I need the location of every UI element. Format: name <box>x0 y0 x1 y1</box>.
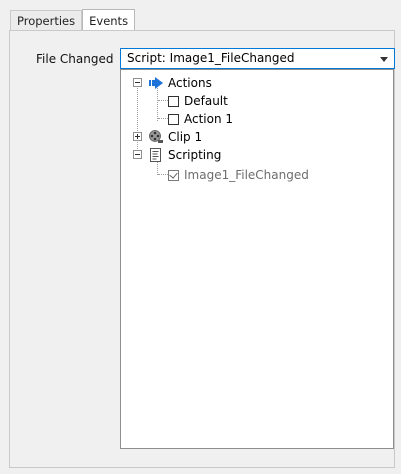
chevron-down-icon[interactable] <box>380 57 388 62</box>
expand-clip-1-toggle[interactable] <box>133 132 142 141</box>
tree-item-label: Actions <box>168 76 212 90</box>
tree-item-label: Image1_FileChanged <box>184 168 309 182</box>
collapse-actions-toggle[interactable] <box>133 78 142 87</box>
film-reel-icon <box>148 130 164 144</box>
event-target-dropdown[interactable]: Actions Default Action 1 Clip 1 Scriptin… <box>120 69 394 449</box>
tree-item-clip-1[interactable]: Clip 1 <box>148 128 202 146</box>
tree-line <box>137 84 138 157</box>
file-changed-value: Script: Image1_FileChanged <box>127 51 295 65</box>
collapse-scripting-toggle[interactable] <box>133 150 142 159</box>
arrow-right-icon <box>148 76 164 90</box>
tree-item-label: Action 1 <box>184 112 234 126</box>
file-changed-combobox[interactable]: Script: Image1_FileChanged <box>120 48 395 69</box>
tree-item-label: Scripting <box>168 148 222 162</box>
tab-properties[interactable]: Properties <box>10 10 83 30</box>
default-checkbox[interactable] <box>168 95 179 107</box>
action-1-checkbox[interactable] <box>168 113 179 125</box>
tree-item-action-1[interactable]: Action 1 <box>168 110 233 128</box>
tree-line <box>158 174 168 175</box>
tree-item-actions[interactable]: Actions <box>148 74 212 92</box>
tree-item-default[interactable]: Default <box>168 92 228 110</box>
image1-filechanged-checkbox[interactable] <box>168 169 179 181</box>
tree-item-image1-filechanged[interactable]: Image1_FileChanged <box>168 166 309 184</box>
file-changed-label: File Changed <box>36 52 114 66</box>
tab-strip: Properties Events <box>10 8 136 31</box>
tree-item-scripting[interactable]: Scripting <box>148 146 221 164</box>
tree-line <box>158 118 168 119</box>
tree-line <box>158 100 168 101</box>
tab-events[interactable]: Events <box>82 9 136 31</box>
script-icon <box>148 148 164 162</box>
tree-item-label: Default <box>184 94 228 108</box>
tree-item-label: Clip 1 <box>168 130 203 144</box>
